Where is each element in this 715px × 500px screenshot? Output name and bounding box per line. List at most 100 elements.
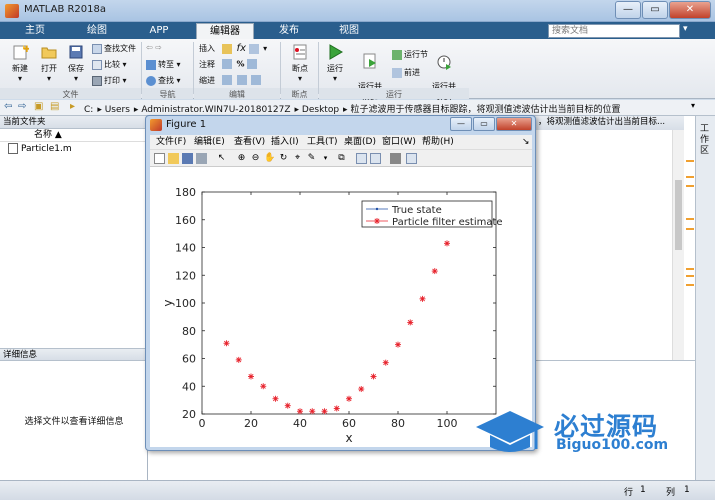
search-input[interactable]: 搜索文档 [548, 24, 680, 38]
open-button[interactable]: 打开 ▾ [35, 43, 63, 83]
new-button[interactable]: ✚ 新建 ▾ [6, 43, 34, 83]
maximize-button[interactable]: ▭ [642, 1, 668, 19]
forward-arrow-icon[interactable]: ⇨ [18, 101, 26, 112]
save-figure-icon[interactable] [182, 153, 193, 164]
comment-button[interactable]: 注释 [199, 59, 215, 70]
back-arrow-icon[interactable]: ⇦ [4, 101, 12, 112]
breakpoints-button[interactable]: 断点 ▾ [287, 43, 313, 83]
path-dropdown-icon[interactable]: ▾ [691, 101, 695, 110]
smart-indent-icon [222, 75, 232, 85]
goto-button[interactable]: 转至 ▾ [146, 59, 181, 70]
path-segment[interactable]: Administrator.WIN7U-20180127Z [141, 105, 290, 115]
estimate-point [223, 340, 230, 347]
title-bar: MATLAB R2018a — ▭ ✕ [0, 0, 715, 22]
link-plot-icon[interactable]: ⧉ [336, 153, 347, 164]
collapse-ribbon-icon[interactable]: ▾ [683, 24, 688, 38]
up-folder-icon[interactable]: ▣ [34, 101, 43, 112]
new-label: 新建 [12, 64, 28, 73]
save-label: 保存 [68, 64, 84, 73]
x-axis-label: x [345, 431, 352, 445]
edit-icons-row1[interactable]: fx ▾ [222, 43, 267, 54]
decrease-indent-icon [251, 75, 262, 85]
legend-icon[interactable] [370, 153, 381, 164]
compare-icon [92, 59, 102, 70]
menu-help[interactable]: 帮助(H) [422, 135, 454, 149]
y-tick-label: 140 [175, 242, 196, 255]
workspace-tab[interactable]: 工作区 [700, 124, 710, 157]
menu-window[interactable]: 窗口(W) [382, 135, 416, 149]
tab-view[interactable]: 视图 [322, 23, 376, 39]
advance-button[interactable]: 前进 [392, 67, 420, 78]
save-button[interactable]: 保存 ▾ [63, 43, 89, 83]
indent-button[interactable]: 缩进 [199, 75, 215, 86]
close-button[interactable]: ✕ [669, 1, 711, 19]
insert-section-icon [222, 43, 232, 54]
name-column-header[interactable]: 名称 ▲ [0, 129, 147, 142]
path-breadcrumb[interactable]: C: ▸ Users ▸ Administrator.WIN7U-20180127Z… [84, 102, 624, 115]
figure-title-bar[interactable]: Figure 1 — ▭ ✕ [146, 116, 535, 134]
zoom-in-icon[interactable]: ⊕ [236, 153, 247, 164]
tab-plots[interactable]: 绘图 [72, 23, 122, 39]
menu-edit[interactable]: 编辑(E) [194, 135, 225, 149]
menu-insert[interactable]: 插入(I) [271, 135, 299, 149]
data-cursor-icon[interactable]: ⌖ [292, 153, 303, 164]
zoom-out-icon[interactable]: ⊖ [250, 153, 261, 164]
pan-icon[interactable]: ✋ [264, 153, 275, 164]
y-tick-label: 180 [175, 186, 196, 199]
path-segment[interactable]: Users [105, 105, 130, 115]
scrollbar[interactable] [672, 130, 684, 360]
compare-button[interactable]: 比较 ▾ [92, 59, 127, 70]
figure-window[interactable]: Figure 1 — ▭ ✕ 文件(F) 编辑(E) 查看(V) 插入(I) 工… [145, 115, 536, 451]
hide-tools-icon[interactable] [390, 153, 401, 164]
menu-desktop[interactable]: 桌面(D) [344, 135, 376, 149]
minimize-button[interactable]: — [615, 1, 641, 19]
run-section-button[interactable]: 运行节 [392, 49, 428, 60]
show-tools-icon[interactable] [406, 153, 417, 164]
edit-icons-row2[interactable]: % [222, 59, 259, 69]
new-figure-icon[interactable] [154, 153, 165, 164]
run-time-icon [437, 55, 451, 70]
figure-minimize-button[interactable]: — [450, 117, 472, 131]
path-segment[interactable]: Desktop [302, 105, 339, 115]
print-button[interactable]: 打印 ▾ [92, 75, 127, 86]
menu-dock-icon[interactable]: ↘ [522, 135, 530, 149]
find-files-button[interactable]: 查找文件 [92, 43, 136, 54]
find-button[interactable]: 查找 ▾ [146, 75, 181, 86]
brush-dropdown-icon[interactable]: ▾ [320, 153, 331, 164]
insert-button[interactable]: 插入 [199, 43, 215, 54]
brush-icon[interactable]: ✎ [306, 153, 317, 164]
graduation-cap-logo-icon [476, 411, 544, 452]
col-value: 1 [684, 485, 690, 495]
path-segment[interactable]: C: [84, 105, 93, 115]
colorbar-icon[interactable] [356, 153, 367, 164]
figure-maximize-button[interactable]: ▭ [473, 117, 495, 131]
figure-title: Figure 1 [166, 119, 207, 130]
menu-file[interactable]: 文件(F) [156, 135, 186, 149]
go-back-button[interactable]: ⇦ ⇨ [146, 43, 162, 52]
tab-apps[interactable]: APP [134, 23, 184, 39]
insert-text-icon [248, 43, 259, 54]
rotate-icon[interactable]: ↻ [278, 153, 289, 164]
figure-toolbar: ↖ ⊕ ⊖ ✋ ↻ ⌖ ✎ ▾ ⧉ [150, 149, 532, 167]
x-tick-label: 20 [244, 417, 258, 430]
edit-icons-row3[interactable] [222, 75, 263, 85]
path-segment[interactable]: 粒子滤波用于传感器目标跟踪，将观测值滤波估计出当前目标的位置 [350, 105, 620, 115]
menu-view[interactable]: 查看(V) [234, 135, 265, 149]
y-tick-label: 120 [175, 269, 196, 282]
run-icon [329, 44, 343, 60]
menu-tools[interactable]: 工具(T) [307, 135, 338, 149]
print-figure-icon[interactable] [196, 153, 207, 164]
run-label: 运行 [327, 64, 343, 73]
figure-close-button[interactable]: ✕ [496, 117, 532, 131]
scrollbar-thumb[interactable] [675, 180, 682, 250]
run-button[interactable]: 运行 ▾ [323, 43, 347, 83]
file-item[interactable]: Particle1.m [0, 142, 147, 156]
tab-publish[interactable]: 发布 [262, 23, 316, 39]
edit-plot-icon[interactable]: ↖ [216, 153, 227, 164]
x-tick-label: 0 [199, 417, 206, 430]
tab-editor[interactable]: 编辑器 [196, 23, 254, 39]
browse-folder-icon[interactable]: ▤ [50, 101, 59, 112]
breakpoints-icon [293, 44, 307, 60]
open-file-icon[interactable] [168, 153, 179, 164]
tab-home[interactable]: 主页 [10, 23, 60, 39]
